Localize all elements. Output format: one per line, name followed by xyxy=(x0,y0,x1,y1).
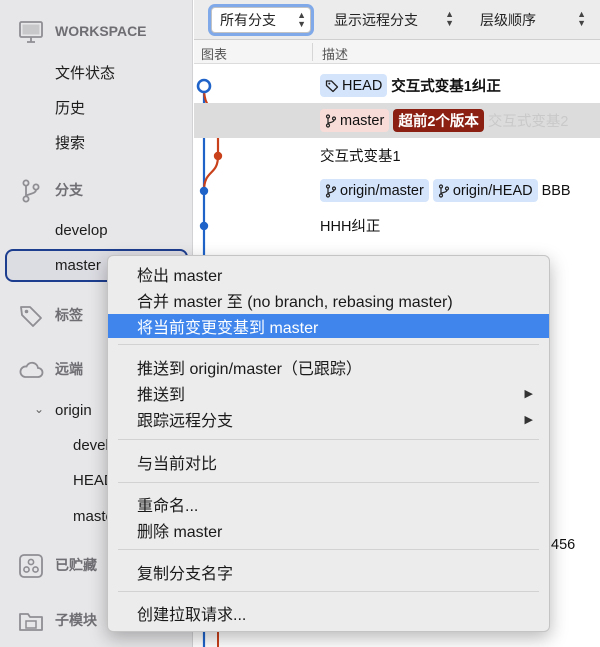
menu-item-push-tracked[interactable]: 推送到 origin/master（已跟踪） xyxy=(108,355,549,379)
ref-branch-origin-master[interactable]: origin/master xyxy=(320,179,429,202)
menu-item-label: 合并 master 至 (no branch, rebasing master) xyxy=(137,294,453,311)
menu-item-checkout[interactable]: 检出 master xyxy=(108,262,549,286)
cloud-icon xyxy=(18,357,44,383)
folder-icon xyxy=(18,608,44,634)
sidebar-section-workspace[interactable]: WORKSPACE xyxy=(0,16,193,46)
submenu-arrow-icon: ▶ xyxy=(524,387,533,400)
menu-separator xyxy=(118,549,539,550)
menu-item-label: 复制分支名字 xyxy=(137,566,234,583)
sidebar-item-file-status[interactable]: 文件状态 xyxy=(55,62,115,83)
menu-item-rename[interactable]: 重命名... xyxy=(108,492,549,516)
commit-row-selected[interactable]: master 超前2个版本 交互式变基2 xyxy=(194,103,600,138)
menu-item-label: 删除 master xyxy=(137,524,223,541)
ref-label: origin/master xyxy=(340,182,424,199)
sidebar-section-title: 分支 xyxy=(55,182,83,198)
commit-message: 交互式变基1 xyxy=(320,149,401,165)
ref-tag-head[interactable]: HEAD xyxy=(320,74,388,97)
ref-label: master xyxy=(340,112,385,129)
menu-item-label: 重命名... xyxy=(137,498,199,515)
menu-item-label: 与当前对比 xyxy=(137,456,218,473)
branch-context-menu: 检出 master 合并 master 至 (no branch, rebasi… xyxy=(107,255,550,632)
order-select[interactable]: 层级顺序 ▲ ▼ xyxy=(472,7,590,33)
history-toolbar: 所有分支 ▲ ▼ 显示远程分支 ▲ ▼ 层级顺序 ▲ ▼ xyxy=(194,0,600,40)
select-arrows-icon: ▲ ▼ xyxy=(297,10,306,29)
sidebar-section-title: WORKSPACE xyxy=(55,23,147,39)
branch-icon xyxy=(325,113,337,128)
order-value: 层级顺序 xyxy=(480,12,536,28)
ref-label: origin/HEAD xyxy=(452,182,533,199)
stash-icon xyxy=(18,553,44,579)
commit-description: HHH纠正 xyxy=(320,208,380,243)
monitor-icon xyxy=(18,19,44,45)
branch-icon xyxy=(438,183,449,198)
commit-row[interactable]: origin/master origin/HEAD BBB xyxy=(194,173,600,208)
column-description-header[interactable]: 描述 xyxy=(322,44,348,63)
tag-icon xyxy=(18,303,44,329)
remote-filter-value: 显示远程分支 xyxy=(334,12,418,28)
ref-branch-origin-head[interactable]: origin/HEAD xyxy=(432,179,538,202)
branch-icon xyxy=(18,178,44,204)
menu-item-track-remote[interactable]: 跟踪远程分支 ▶ xyxy=(108,407,549,431)
column-divider[interactable] xyxy=(312,43,313,61)
ref-label: HEAD xyxy=(342,77,383,94)
commit-message-partial: 456 xyxy=(551,537,576,553)
ref-branch-master[interactable]: master xyxy=(320,109,390,132)
commit-description: master 超前2个版本 交互式变基2 xyxy=(320,103,568,138)
menu-separator xyxy=(118,591,539,592)
remote-branches-select[interactable]: 显示远程分支 ▲ ▼ xyxy=(326,7,458,33)
tag-icon xyxy=(325,79,339,92)
ahead-badge: 超前2个版本 xyxy=(393,109,484,132)
menu-item-label: 将当前变更变基到 master xyxy=(137,320,319,337)
commit-description: origin/master origin/HEAD BBB xyxy=(320,173,571,208)
sidebar-section-title: 标签 xyxy=(55,307,83,323)
sidebar-section-title: 子模块 xyxy=(55,612,97,628)
menu-separator xyxy=(118,344,539,345)
column-graph-header[interactable]: 图表 xyxy=(201,44,227,63)
branch-filter-select[interactable]: 所有分支 ▲ ▼ xyxy=(211,7,311,33)
sidebar-item-history[interactable]: 历史 xyxy=(55,97,85,118)
menu-item-label: 跟踪远程分支 xyxy=(137,413,234,430)
menu-item-merge[interactable]: 合并 master 至 (no branch, rebasing master) xyxy=(108,288,549,312)
sidebar-section-branches[interactable]: 分支 xyxy=(0,175,193,205)
branch-filter-value: 所有分支 xyxy=(220,12,276,28)
sidebar-item-origin[interactable]: origin xyxy=(55,402,92,419)
select-arrows-icon: ▲ ▼ xyxy=(577,9,586,28)
commit-message: 交互式变基2 xyxy=(487,114,569,130)
menu-separator xyxy=(118,482,539,483)
menu-item-label: 创建拉取请求... xyxy=(137,607,247,624)
column-header: 图表 描述 xyxy=(194,40,600,64)
commit-message: HHH纠正 xyxy=(320,219,381,235)
menu-item-copy-name[interactable]: 复制分支名字 xyxy=(108,560,549,584)
menu-item-label: 检出 master xyxy=(137,268,223,285)
menu-item-create-pull-request[interactable]: 创建拉取请求... xyxy=(108,601,549,625)
submenu-arrow-icon: ▶ xyxy=(524,413,533,426)
menu-separator xyxy=(118,439,539,440)
menu-item-label: 推送到 origin/master（已跟踪） xyxy=(137,361,362,378)
menu-item-push-to[interactable]: 推送到 ▶ xyxy=(108,381,549,405)
commit-description: HEAD 交互式变基1纠正 xyxy=(320,68,501,103)
menu-item-rebase[interactable]: 将当前变更变基到 master xyxy=(108,314,549,338)
menu-item-diff-current[interactable]: 与当前对比 xyxy=(108,450,549,474)
sidebar-item-master[interactable]: master xyxy=(55,257,101,274)
select-arrows-icon: ▲ ▼ xyxy=(445,9,454,28)
commit-message: 交互式变基1纠正 xyxy=(391,79,501,95)
sidebar-item-search[interactable]: 搜索 xyxy=(55,132,85,153)
chevron-down-icon[interactable]: ⌄ xyxy=(34,402,44,416)
branch-icon xyxy=(325,183,337,198)
sidebar-section-title: 已贮藏 xyxy=(55,557,97,573)
commit-message: BBB xyxy=(541,182,571,199)
commit-row[interactable]: 交互式变基1 xyxy=(194,138,600,173)
commit-row[interactable]: HEAD 交互式变基1纠正 xyxy=(194,68,600,103)
commit-description: 交互式变基1 xyxy=(320,138,401,173)
menu-item-label: 推送到 xyxy=(137,387,186,404)
commit-row[interactable]: HHH纠正 xyxy=(194,208,600,243)
sidebar-item-develop[interactable]: develop xyxy=(55,222,108,239)
sidebar-section-title: 远端 xyxy=(55,361,83,377)
menu-item-delete[interactable]: 删除 master xyxy=(108,518,549,542)
